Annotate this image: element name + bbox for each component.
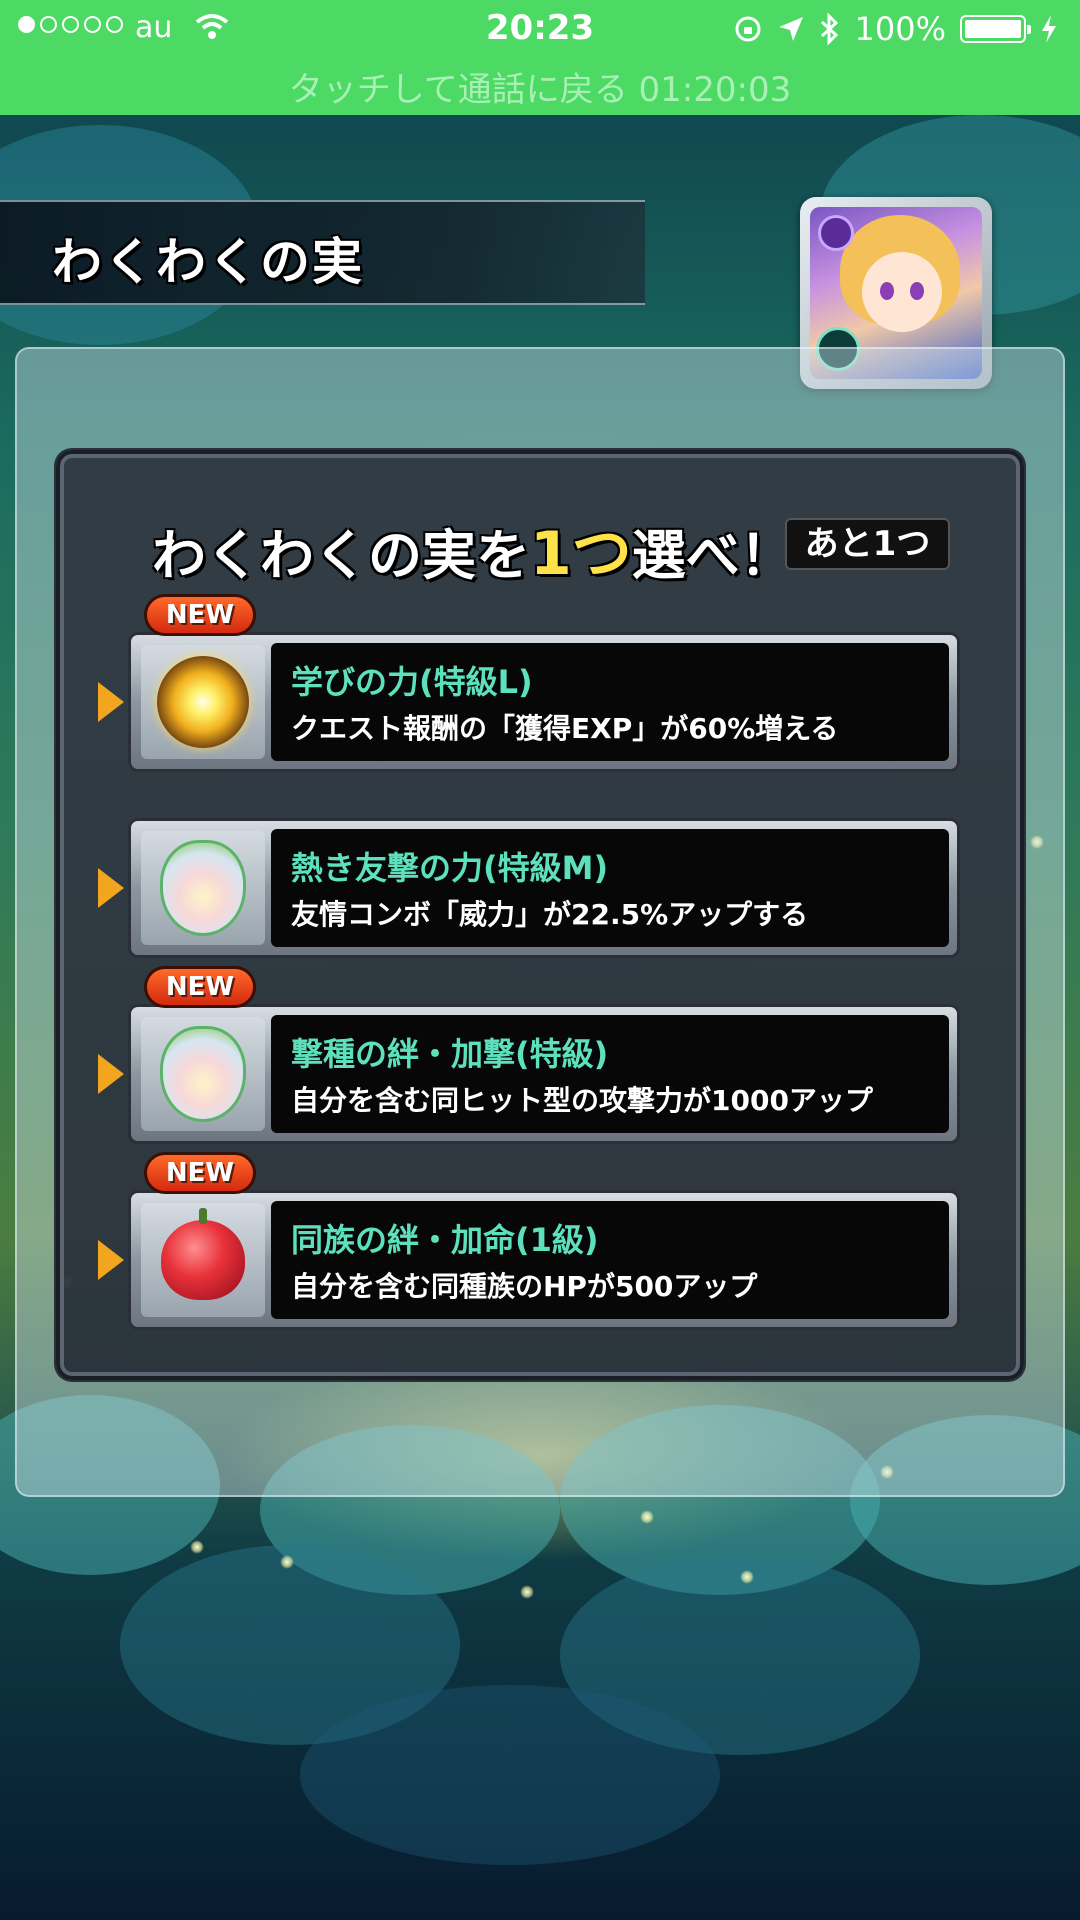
orientation-lock-icon: [735, 16, 761, 42]
battery-icon: [960, 15, 1031, 43]
new-badge: NEW: [144, 594, 256, 636]
option-description: 友情コンボ「威力」が22.5%アップする: [291, 898, 809, 931]
screen-title: わくわくの実: [52, 233, 364, 291]
apple-fruit-icon: [161, 1208, 245, 1300]
selection-arrow-icon: [98, 682, 124, 722]
fruit-option-4[interactable]: 同族の絆・加命(1級) 自分を含む同種族のHPが500アップ NEW: [98, 1152, 960, 1330]
selection-arrow-icon: [98, 868, 124, 908]
fruit-option-2[interactable]: 熱き友撃の力(特級M) 友情コンボ「威力」が22.5%アップする: [98, 818, 960, 958]
fruit-option-1[interactable]: 学びの力(特級L) クエスト報酬の「獲得EXP」が60%増える NEW: [98, 594, 960, 772]
bluetooth-icon: [820, 13, 838, 45]
lotus-fruit-icon: [160, 1026, 246, 1122]
selection-arrow-icon: [98, 1240, 124, 1280]
new-badge: NEW: [144, 966, 256, 1008]
status-bar: au 20:23 100% タッチして通話に戻る 01:20:03: [0, 0, 1080, 115]
charging-bolt-icon: [1042, 15, 1056, 43]
option-name: 学びの力(特級L): [291, 663, 533, 701]
return-to-call-banner[interactable]: タッチして通話に戻る 01:20:03: [0, 62, 1080, 111]
option-name: 同族の絆・加命(1級): [291, 1221, 599, 1259]
option-description: 自分を含む同ヒット型の攻撃力が1000アップ: [291, 1084, 873, 1117]
option-description: クエスト報酬の「獲得EXP」が60%増える: [291, 712, 839, 745]
remaining-count-badge: あと1つ: [785, 518, 950, 570]
element-badge-icon: [818, 215, 854, 251]
selection-arrow-icon: [98, 1054, 124, 1094]
option-name: 熱き友撃の力(特級M): [291, 849, 609, 887]
fruit-option-3[interactable]: 撃種の絆・加撃(特級) 自分を含む同ヒット型の攻撃力が1000アップ NEW: [98, 966, 960, 1144]
location-arrow-icon: [778, 17, 803, 41]
new-badge: NEW: [144, 1152, 256, 1194]
option-name: 撃種の絆・加撃(特級): [291, 1035, 609, 1073]
selection-heading: わくわくの実を1つ選べ！: [152, 519, 794, 589]
battery-percentage: 100%: [854, 10, 946, 48]
screen-title-bar: わくわくの実: [0, 200, 645, 305]
option-description: 自分を含む同種族のHPが500アップ: [291, 1270, 758, 1303]
sun-fruit-icon: [157, 656, 249, 748]
lotus-fruit-icon: [160, 840, 246, 936]
